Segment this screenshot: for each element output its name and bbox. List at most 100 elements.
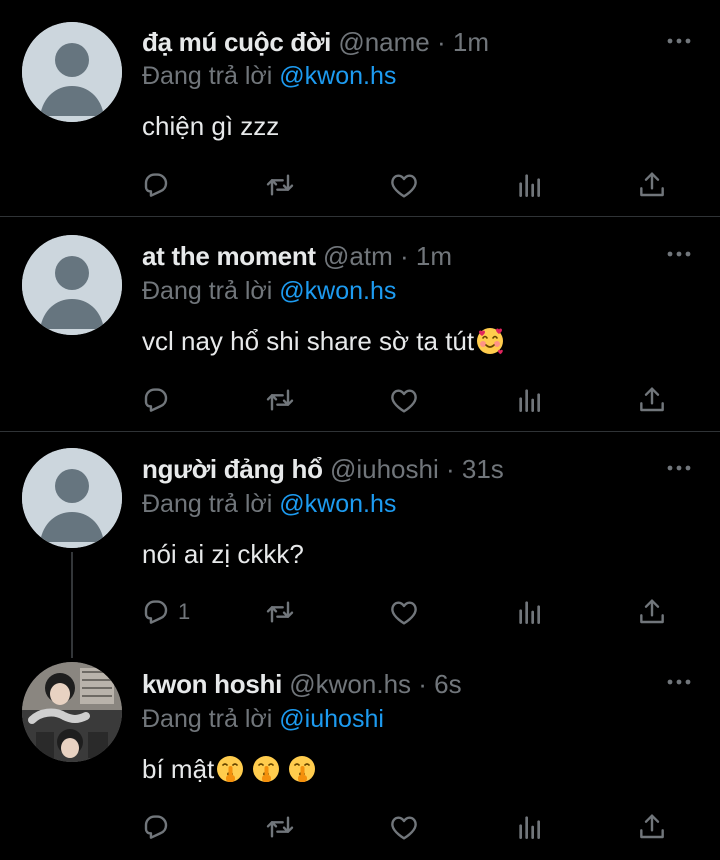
tweet-text: vcl nay hổ shi share sờ ta tút	[142, 325, 505, 357]
shushing-face-emoji	[287, 754, 317, 784]
profile-photo-icon	[22, 662, 122, 762]
avatar[interactable]	[22, 22, 122, 122]
replying-to: Đang trả lời @iuhoshi	[142, 704, 384, 734]
like-button[interactable]	[388, 167, 420, 203]
more-options-button[interactable]	[664, 34, 694, 48]
like-icon	[388, 169, 420, 201]
mention-link[interactable]: @kwon.hs	[279, 277, 396, 305]
views-button[interactable]	[514, 594, 546, 630]
reply-button[interactable]	[140, 167, 178, 203]
avatar[interactable]	[22, 235, 122, 335]
views-button[interactable]	[514, 809, 546, 845]
reply-button[interactable]	[140, 382, 178, 418]
timestamp[interactable]: 1m	[416, 241, 452, 271]
more-icon	[664, 247, 694, 261]
timestamp[interactable]: 1m	[453, 27, 489, 57]
default-avatar-icon	[22, 235, 122, 335]
tweet-text: nói ai zị ckkk?	[142, 538, 304, 570]
action-bar	[140, 382, 680, 418]
replying-to-label: Đang trả lời	[142, 705, 273, 733]
share-icon	[636, 384, 668, 416]
replying-to-label: Đang trả lời	[142, 277, 273, 305]
reply-button[interactable]: 1	[140, 594, 190, 630]
views-button[interactable]	[514, 382, 546, 418]
user-handle[interactable]: @name	[338, 27, 429, 57]
user-handle[interactable]: @iuhoshi	[330, 454, 439, 484]
tweet-text-content: vcl nay hổ shi share sờ ta tút	[142, 326, 475, 356]
like-icon	[388, 384, 420, 416]
like-icon	[388, 811, 420, 843]
more-icon	[664, 461, 694, 475]
mention-link[interactable]: @iuhoshi	[279, 705, 384, 733]
display-name[interactable]: đạ mú cuộc đời	[142, 27, 331, 57]
reply-icon	[140, 169, 172, 201]
retweet-button[interactable]	[264, 809, 296, 845]
share-button[interactable]	[636, 809, 668, 845]
retweet-button[interactable]	[264, 594, 296, 630]
timestamp[interactable]: 31s	[462, 454, 504, 484]
retweet-icon	[264, 169, 296, 201]
replying-to-label: Đang trả lời	[142, 62, 273, 90]
tweet-4[interactable]: kwon hoshi @kwon.hs · 6s Đang trả lời @i…	[0, 647, 720, 860]
retweet-icon	[264, 384, 296, 416]
display-name[interactable]: at the moment	[142, 241, 316, 271]
user-handle[interactable]: @kwon.hs	[289, 669, 411, 699]
replying-to-label: Đang trả lời	[142, 490, 273, 518]
views-button[interactable]	[514, 167, 546, 203]
tweet-text-content: nói ai zị ckkk?	[142, 539, 304, 569]
default-avatar-icon	[22, 22, 122, 122]
replying-to: Đang trả lời @kwon.hs	[142, 489, 396, 519]
share-button[interactable]	[636, 167, 668, 203]
mention-link[interactable]: @kwon.hs	[279, 490, 396, 518]
shushing-face-emoji	[251, 754, 281, 784]
views-icon	[514, 811, 546, 843]
action-bar	[140, 809, 680, 845]
tweet-text: bí mật	[142, 753, 317, 785]
user-handle[interactable]: @atm	[323, 241, 393, 271]
separator-dot: ·	[418, 669, 427, 699]
separator-dot: ·	[400, 241, 409, 271]
retweet-button[interactable]	[264, 167, 296, 203]
like-button[interactable]	[388, 382, 420, 418]
action-bar: 1	[140, 594, 680, 630]
share-icon	[636, 169, 668, 201]
tweet-header: đạ mú cuộc đời @name · 1m	[142, 27, 489, 57]
separator-dot: ·	[445, 454, 455, 484]
reply-icon	[140, 596, 172, 628]
like-button[interactable]	[388, 809, 420, 845]
reply-count: 1	[178, 599, 191, 624]
more-icon	[664, 675, 694, 689]
avatar[interactable]	[22, 662, 122, 762]
more-options-button[interactable]	[664, 675, 694, 689]
avatar[interactable]	[22, 448, 122, 548]
views-icon	[514, 169, 546, 201]
display-name[interactable]: kwon hoshi	[142, 669, 282, 699]
tweet-header: người đảng hổ @iuhoshi · 31s	[142, 454, 504, 484]
reply-button[interactable]	[140, 809, 178, 845]
more-options-button[interactable]	[664, 247, 694, 261]
views-icon	[514, 384, 546, 416]
tweet-text: chiện gì zzz	[142, 110, 279, 142]
retweet-button[interactable]	[264, 382, 296, 418]
smiling-face-with-hearts-emoji	[475, 326, 505, 356]
like-button[interactable]	[388, 594, 420, 630]
retweet-icon	[264, 811, 296, 843]
replying-to: Đang trả lời @kwon.hs	[142, 61, 396, 91]
default-avatar-icon	[22, 448, 122, 548]
share-icon	[636, 596, 668, 628]
display-name[interactable]: người đảng hổ	[142, 454, 323, 484]
more-options-button[interactable]	[664, 461, 694, 475]
mention-link[interactable]: @kwon.hs	[279, 62, 396, 90]
reply-icon	[140, 384, 172, 416]
like-icon	[388, 596, 420, 628]
tweet-3[interactable]: người đảng hổ @iuhoshi · 31s Đang trả lờ…	[0, 432, 720, 647]
separator-dot: ·	[437, 27, 446, 57]
timestamp[interactable]: 6s	[434, 669, 461, 699]
tweet-text-content: chiện gì zzz	[142, 111, 280, 141]
tweet-2[interactable]: at the moment @atm · 1m Đang trả lời @kw…	[0, 217, 720, 431]
share-icon	[636, 811, 668, 843]
shushing-face-emoji	[215, 754, 245, 784]
tweet-1[interactable]: đạ mú cuộc đời @name · 1m Đang trả lời @…	[0, 0, 720, 216]
share-button[interactable]	[636, 382, 668, 418]
share-button[interactable]	[636, 594, 668, 630]
